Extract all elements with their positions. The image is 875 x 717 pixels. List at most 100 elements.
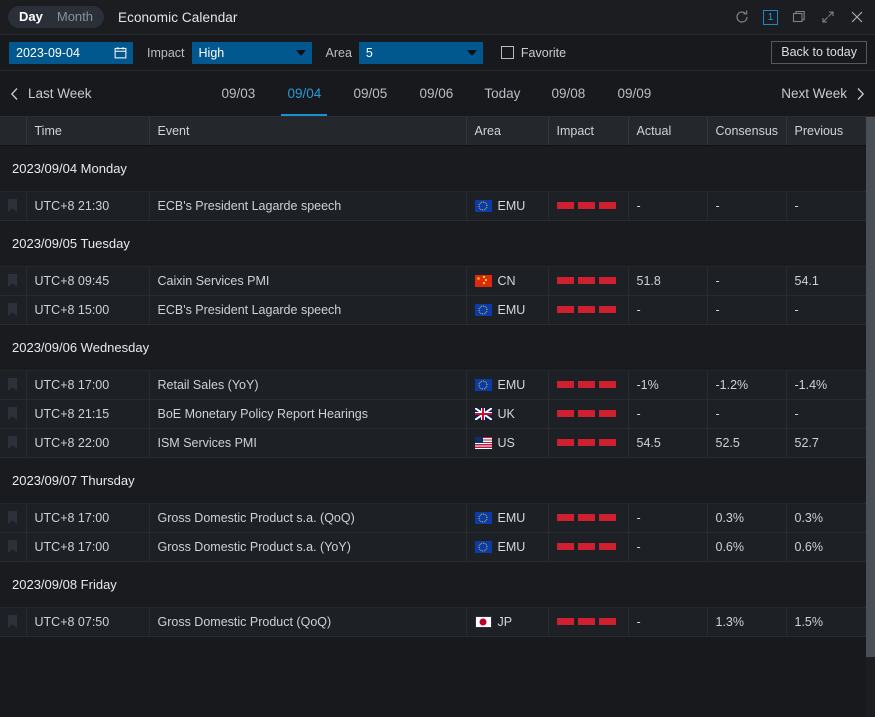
- consensus-cell: -1.2%: [707, 370, 786, 399]
- consensus-cell: -: [707, 266, 786, 295]
- event-cell[interactable]: Retail Sales (YoY): [149, 370, 466, 399]
- view-mode-toggle[interactable]: Day Month: [8, 6, 104, 28]
- area-code: CN: [498, 274, 516, 288]
- scrollbar-thumb[interactable]: [866, 117, 875, 657]
- prev-week-button[interactable]: Last Week: [10, 71, 92, 116]
- table-row[interactable]: UTC+8 09:45Caixin Services PMICN51.8-54.…: [0, 266, 866, 295]
- bookmark-icon[interactable]: [7, 614, 18, 629]
- filter-bar: 2023-09-04 Impact High Area 5 Favorite B…: [0, 35, 875, 71]
- table-row[interactable]: UTC+8 22:00ISM Services PMIUS54.552.552.…: [0, 428, 866, 457]
- table-row[interactable]: UTC+8 17:00Retail Sales (YoY)EMU-1%-1.2%…: [0, 370, 866, 399]
- favorite-checkbox[interactable]: [501, 46, 514, 59]
- favorite-cell[interactable]: [0, 266, 26, 295]
- favorite-cell[interactable]: [0, 532, 26, 561]
- day-tab-today[interactable]: Today: [469, 71, 535, 116]
- favorite-cell[interactable]: [0, 503, 26, 532]
- consensus-cell: 0.6%: [707, 532, 786, 561]
- date-group-header: 2023/09/05 Tuesday: [0, 220, 866, 266]
- impact-bar: [557, 618, 574, 625]
- area-code: EMU: [498, 378, 526, 392]
- favorite-cell[interactable]: [0, 607, 26, 636]
- bookmark-icon[interactable]: [7, 273, 18, 288]
- event-cell[interactable]: Gross Domestic Product (QoQ): [149, 607, 466, 636]
- impact-rating: [557, 514, 628, 521]
- column-header-favorite[interactable]: [0, 117, 26, 145]
- event-cell[interactable]: Caixin Services PMI: [149, 266, 466, 295]
- bookmark-icon[interactable]: [7, 302, 18, 317]
- title-bar: Day Month Economic Calendar 1: [0, 0, 875, 35]
- vertical-scrollbar[interactable]: [866, 117, 875, 717]
- back-to-today-button[interactable]: Back to today: [771, 41, 867, 64]
- expand-icon[interactable]: [820, 9, 836, 25]
- bookmark-icon[interactable]: [7, 198, 18, 213]
- favorite-cell[interactable]: [0, 191, 26, 220]
- day-tab-09-03[interactable]: 09/03: [205, 71, 271, 116]
- bookmark-icon[interactable]: [7, 377, 18, 392]
- impact-select[interactable]: High: [192, 42, 312, 64]
- impact-bar: [557, 381, 574, 388]
- calendar-table-container: TimeEventAreaImpactActualConsensusPrevio…: [0, 117, 875, 717]
- column-header-actual[interactable]: Actual: [628, 117, 707, 145]
- consensus-cell: 1.3%: [707, 607, 786, 636]
- area-select[interactable]: 5: [359, 42, 483, 64]
- column-header-previous[interactable]: Previous: [786, 117, 866, 145]
- window-count-badge[interactable]: 1: [763, 10, 778, 25]
- event-cell[interactable]: Gross Domestic Product s.a. (YoY): [149, 532, 466, 561]
- calendar-icon[interactable]: [114, 46, 127, 59]
- favorite-filter[interactable]: Favorite: [501, 46, 566, 60]
- event-cell[interactable]: Gross Domestic Product s.a. (QoQ): [149, 503, 466, 532]
- consensus-cell: 52.5: [707, 428, 786, 457]
- bookmark-icon[interactable]: [7, 406, 18, 421]
- impact-cell: [548, 532, 628, 561]
- favorite-cell[interactable]: [0, 399, 26, 428]
- refresh-icon[interactable]: [734, 9, 750, 25]
- column-header-area[interactable]: Area: [466, 117, 548, 145]
- column-header-time[interactable]: Time: [26, 117, 149, 145]
- day-tabs: 09/0309/0409/0509/06Today09/0809/09: [92, 71, 782, 116]
- mode-day[interactable]: Day: [12, 6, 50, 28]
- next-week-button[interactable]: Next Week: [781, 71, 865, 116]
- day-tab-09-04[interactable]: 09/04: [271, 71, 337, 116]
- table-row[interactable]: UTC+8 21:15BoE Monetary Policy Report He…: [0, 399, 866, 428]
- area-code: EMU: [498, 303, 526, 317]
- favorite-cell[interactable]: [0, 295, 26, 324]
- previous-cell: -: [786, 399, 866, 428]
- table-row[interactable]: UTC+8 17:00Gross Domestic Product s.a. (…: [0, 503, 866, 532]
- impact-bar: [578, 410, 595, 417]
- area-cell: UK: [466, 399, 548, 428]
- previous-cell: 0.3%: [786, 503, 866, 532]
- bookmark-icon[interactable]: [7, 435, 18, 450]
- day-tab-09-05[interactable]: 09/05: [337, 71, 403, 116]
- table-row[interactable]: UTC+8 21:30ECB's President Lagarde speec…: [0, 191, 866, 220]
- column-header-consensus[interactable]: Consensus: [707, 117, 786, 145]
- event-cell[interactable]: BoE Monetary Policy Report Hearings: [149, 399, 466, 428]
- impact-bar: [599, 410, 616, 417]
- mode-month[interactable]: Month: [50, 6, 100, 28]
- restore-icon[interactable]: [791, 9, 807, 25]
- column-header-event[interactable]: Event: [149, 117, 466, 145]
- bookmark-icon[interactable]: [7, 510, 18, 525]
- favorite-cell[interactable]: [0, 428, 26, 457]
- event-cell[interactable]: ISM Services PMI: [149, 428, 466, 457]
- table-row[interactable]: UTC+8 07:50Gross Domestic Product (QoQ)J…: [0, 607, 866, 636]
- impact-bar: [557, 439, 574, 446]
- window-title: Economic Calendar: [118, 10, 238, 25]
- impact-bar: [599, 618, 616, 625]
- table-row[interactable]: UTC+8 15:00ECB's President Lagarde speec…: [0, 295, 866, 324]
- impact-bar: [599, 202, 616, 209]
- table-row[interactable]: UTC+8 17:00Gross Domestic Product s.a. (…: [0, 532, 866, 561]
- column-header-impact[interactable]: Impact: [548, 117, 628, 145]
- event-cell[interactable]: ECB's President Lagarde speech: [149, 191, 466, 220]
- event-cell[interactable]: ECB's President Lagarde speech: [149, 295, 466, 324]
- area-cell: EMU: [466, 532, 548, 561]
- impact-value: High: [199, 46, 225, 60]
- date-input[interactable]: 2023-09-04: [9, 42, 133, 64]
- close-icon[interactable]: [849, 9, 865, 25]
- day-tab-09-06[interactable]: 09/06: [403, 71, 469, 116]
- week-navigation: Last Week 09/0309/0409/0509/06Today09/08…: [0, 71, 875, 117]
- day-tab-09-08[interactable]: 09/08: [535, 71, 601, 116]
- day-tab-09-09[interactable]: 09/09: [601, 71, 667, 116]
- bookmark-icon[interactable]: [7, 539, 18, 554]
- favorite-cell[interactable]: [0, 370, 26, 399]
- date-group-header: 2023/09/06 Wednesday: [0, 324, 866, 370]
